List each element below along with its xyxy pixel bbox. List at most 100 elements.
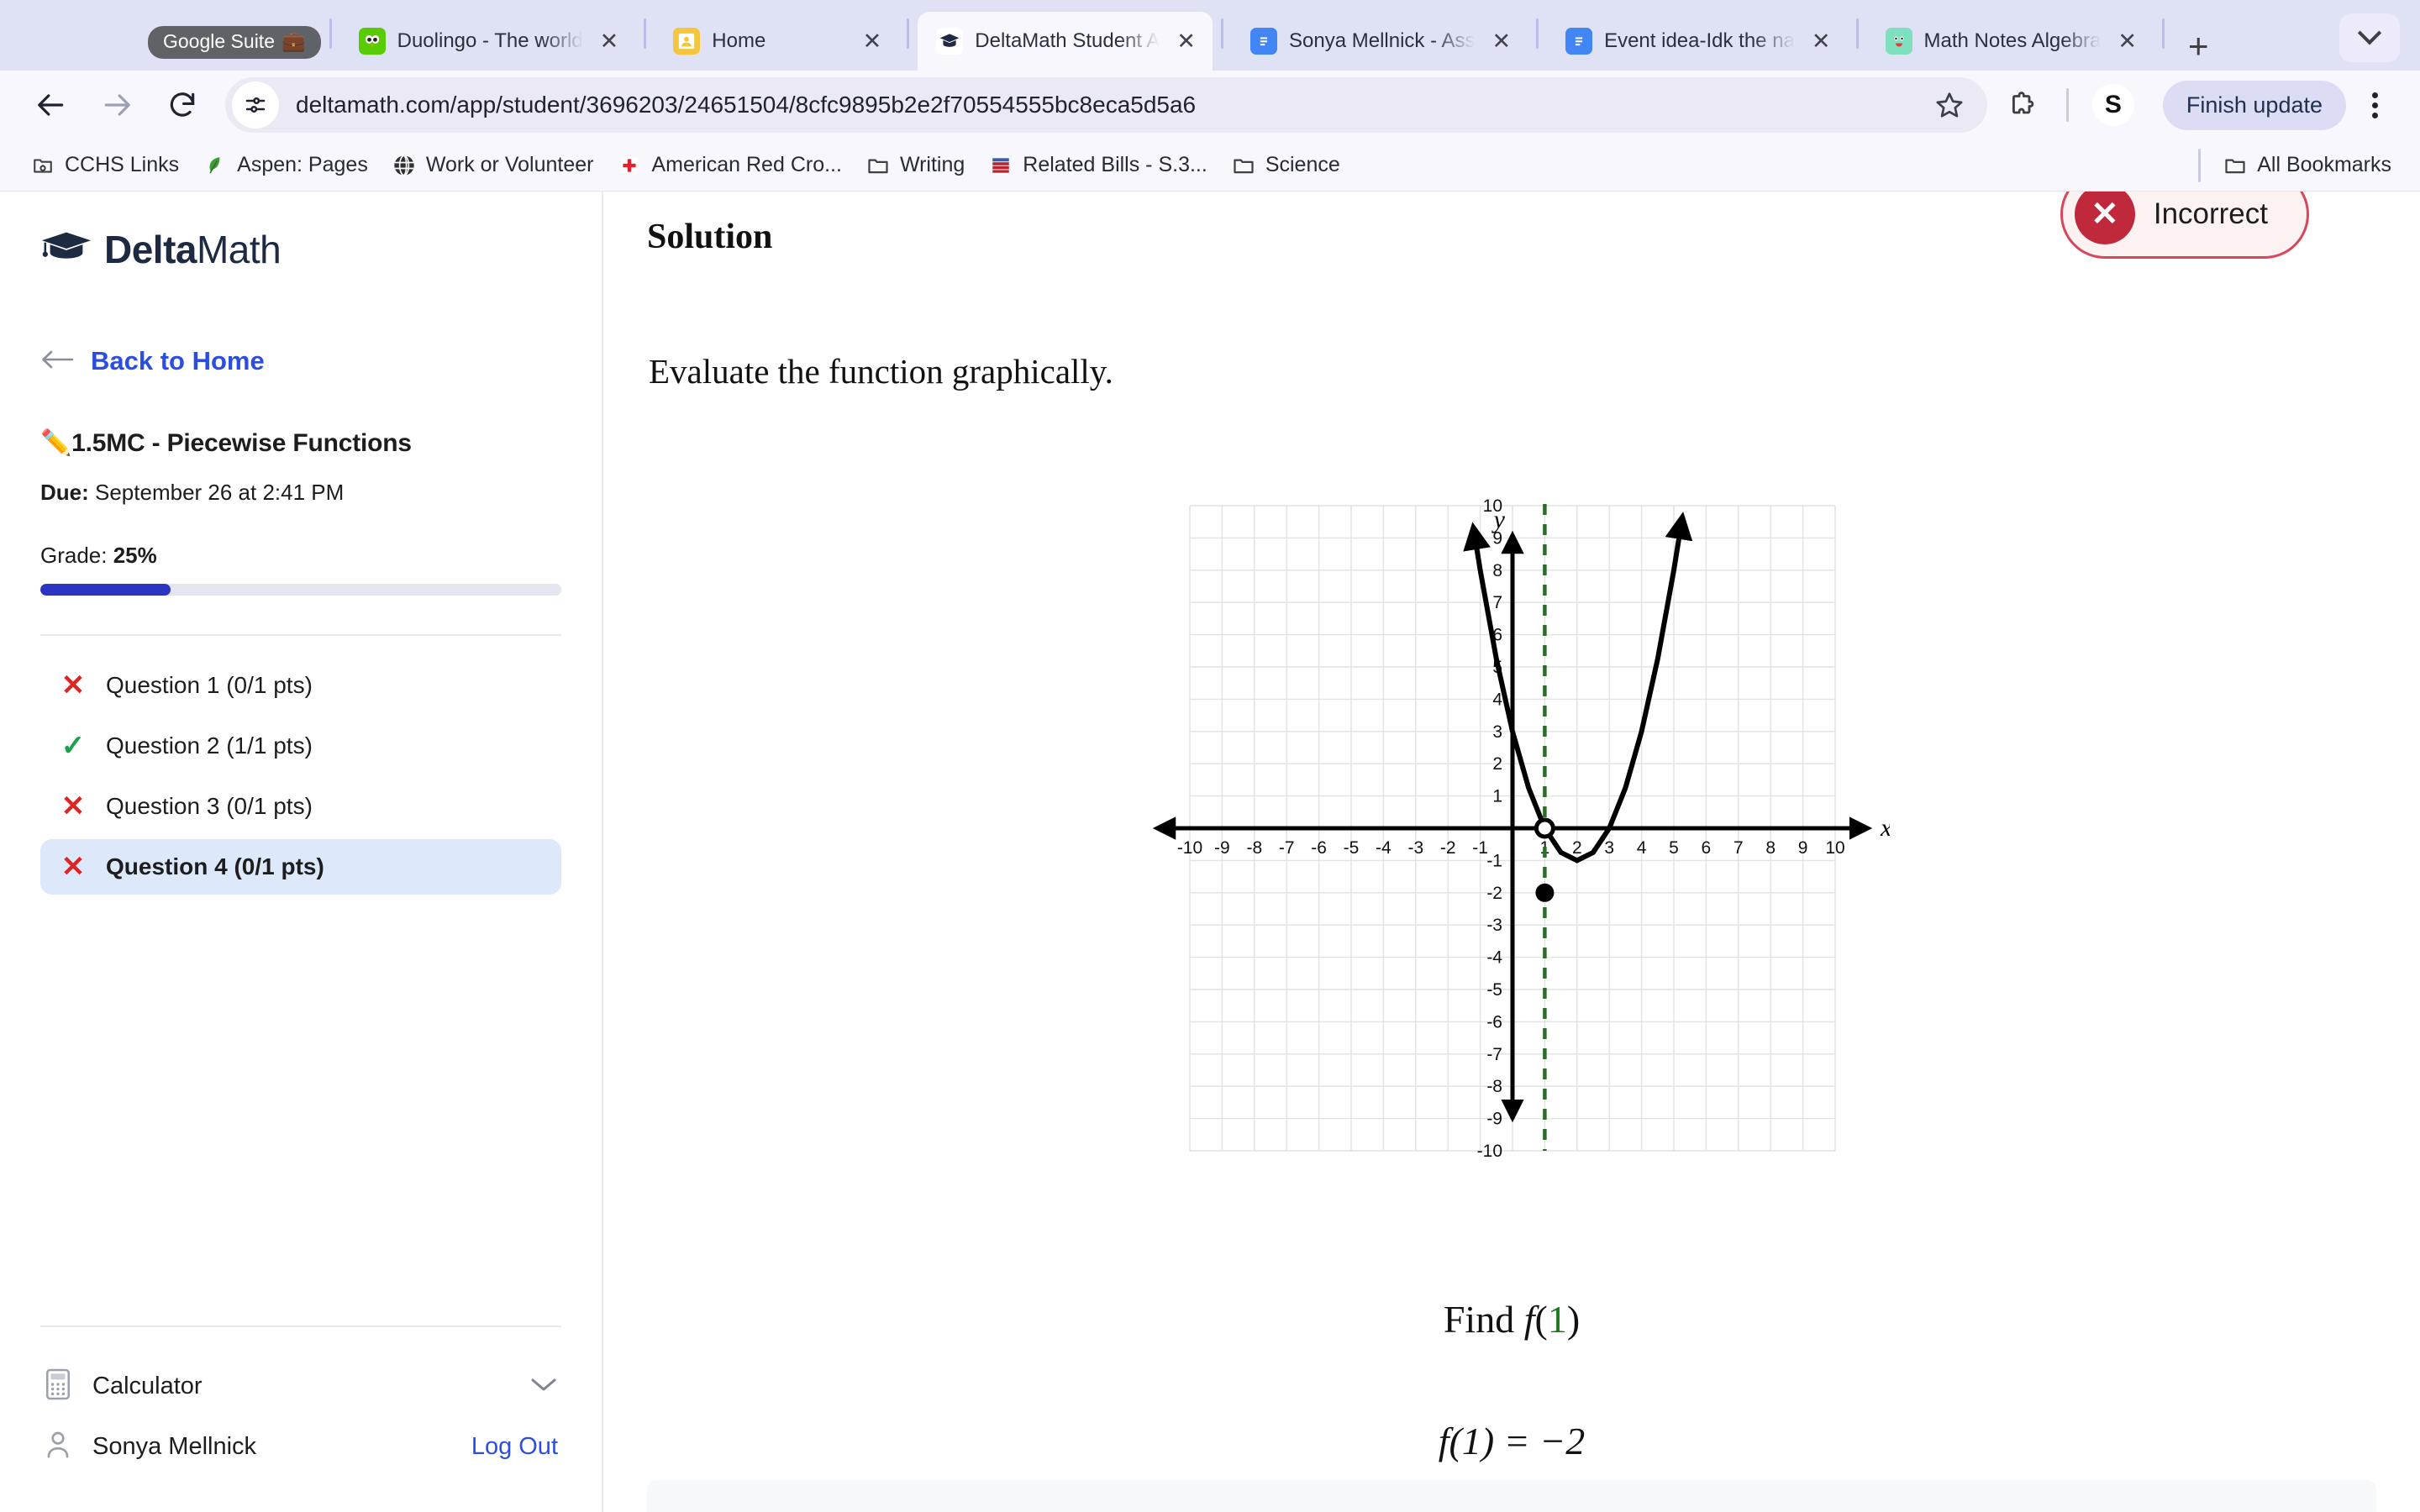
x-axis-label: x bbox=[1880, 814, 1890, 842]
tab-close-icon[interactable]: ✕ bbox=[1486, 29, 1516, 53]
site-settings-icon[interactable] bbox=[232, 81, 279, 129]
filled-circle-marker bbox=[1535, 883, 1555, 902]
chevron-down-icon bbox=[2357, 21, 2382, 45]
svg-text:-4: -4 bbox=[1376, 838, 1392, 858]
bookmark-related-bills[interactable]: Related Bills - S.3... bbox=[976, 148, 1219, 183]
address-bar[interactable]: deltamath.com/app/student/3696203/246515… bbox=[225, 77, 1987, 133]
logout-link[interactable]: Log Out bbox=[471, 1433, 558, 1461]
tab-group-google-suite[interactable]: Google Suite 💼 bbox=[148, 26, 321, 59]
bookmark-science[interactable]: Science bbox=[1219, 148, 1352, 183]
calculator-label: Calculator bbox=[92, 1373, 203, 1399]
status-badge-label: Incorrect bbox=[2153, 197, 2268, 230]
tab-divider bbox=[2161, 18, 2165, 49]
bookmark-label: CCHS Links bbox=[65, 153, 180, 176]
bookmark-american-red-cross[interactable]: American Red Cro... bbox=[605, 148, 853, 183]
bookmarks-bar: CCHS Links Aspen: Pages Work or Voluntee… bbox=[0, 139, 2420, 192]
question-item-1[interactable]: ✕ Question 1 (0/1 pts) bbox=[40, 658, 561, 713]
tab-close-icon[interactable]: ✕ bbox=[1171, 29, 1201, 53]
bookmark-label: Work or Volunteer bbox=[425, 153, 594, 176]
tab-deltamath-student[interactable]: DeltaMath Student A ✕ bbox=[918, 12, 1213, 71]
tab-duolingo[interactable]: Duolingo - The world ✕ bbox=[340, 12, 636, 71]
profile-avatar[interactable]: S bbox=[2082, 74, 2144, 136]
tab-title: Home bbox=[712, 29, 766, 52]
svg-text:-2: -2 bbox=[1440, 838, 1456, 858]
finish-update-button[interactable]: Finish update bbox=[2162, 80, 2346, 130]
back-to-home-link[interactable]: Back to Home bbox=[40, 346, 561, 376]
browser-menu-button[interactable] bbox=[2349, 74, 2400, 136]
back-to-home-label: Back to Home bbox=[91, 346, 265, 375]
question-label: Question 4 (0/1 pts) bbox=[106, 853, 324, 879]
bookmark-aspen-pages[interactable]: Aspen: Pages bbox=[191, 148, 380, 183]
tab-search-button[interactable] bbox=[2339, 13, 2400, 62]
svg-text:10: 10 bbox=[1825, 838, 1844, 858]
tab-math-notes-algebra[interactable]: Math Notes Algebra ✕ bbox=[1867, 12, 2154, 71]
bookmark-label: Related Bills - S.3... bbox=[1023, 153, 1207, 176]
tab-sonya-mellnick-doc[interactable]: Sonya Mellnick - Ass ✕ bbox=[1232, 12, 1528, 71]
all-bookmarks-button[interactable]: All Bookmarks bbox=[2211, 148, 2403, 183]
function-name: f bbox=[1523, 1298, 1535, 1341]
folder-icon bbox=[1231, 153, 1256, 178]
folder-icon bbox=[865, 153, 891, 178]
question-item-4[interactable]: ✕ Question 4 (0/1 pts) bbox=[40, 839, 561, 895]
puzzle-piece-icon bbox=[2012, 92, 2034, 114]
extensions-button[interactable] bbox=[1991, 74, 2053, 136]
tab-close-icon[interactable]: ✕ bbox=[1807, 29, 1836, 53]
open-circle-marker bbox=[1534, 817, 1555, 839]
tab-home[interactable]: Home ✕ bbox=[655, 12, 898, 71]
question-item-2[interactable]: ✓ Question 2 (1/1 pts) bbox=[40, 718, 561, 774]
incorrect-icon: ✕ bbox=[60, 851, 86, 883]
paren-close: ) bbox=[1566, 1298, 1581, 1341]
deltamath-logo: DeltaMath bbox=[40, 227, 561, 272]
bookmark-writing[interactable]: Writing bbox=[854, 148, 976, 183]
due-value: September 26 at 2:41 PM bbox=[88, 480, 345, 505]
bookmark-work-or-volunteer[interactable]: Work or Volunteer bbox=[380, 148, 606, 183]
bookmark-cchs-links[interactable]: CCHS Links bbox=[18, 148, 191, 183]
leaf-icon bbox=[203, 153, 228, 178]
graph-svg: xy-10-9-8-7-6-5-4-3-2-112345678910109876… bbox=[1152, 496, 1890, 1161]
star-icon[interactable] bbox=[1920, 76, 1979, 134]
user-row: Sonya Mellnick Log Out bbox=[40, 1417, 561, 1477]
tab-close-icon[interactable]: ✕ bbox=[2112, 29, 2142, 53]
forward-button[interactable] bbox=[86, 74, 148, 136]
reload-button[interactable] bbox=[151, 74, 213, 136]
svg-text:2: 2 bbox=[1572, 838, 1582, 858]
svg-text:-6: -6 bbox=[1311, 838, 1327, 858]
browser-toolbar: deltamath.com/app/student/3696203/246515… bbox=[0, 71, 2420, 139]
toolbar-divider bbox=[2065, 88, 2069, 122]
link-bookmark-icon bbox=[30, 153, 55, 178]
svg-text:-1: -1 bbox=[1486, 851, 1502, 870]
calculator-icon bbox=[44, 1368, 72, 1405]
chevron-down-icon[interactable] bbox=[529, 1375, 558, 1398]
svg-text:8: 8 bbox=[1492, 561, 1502, 580]
reload-icon bbox=[170, 92, 195, 117]
back-arrow-icon bbox=[38, 94, 64, 116]
back-button[interactable] bbox=[20, 74, 82, 136]
duolingo-icon bbox=[358, 28, 386, 55]
forward-arrow-icon bbox=[104, 94, 130, 116]
tab-divider bbox=[1855, 18, 1859, 49]
grade-line: Grade: 25% bbox=[40, 543, 561, 569]
grade-progress-fill bbox=[40, 584, 171, 596]
tab-event-idea-doc[interactable]: Event idea-Idk the na ✕ bbox=[1547, 12, 1847, 71]
deltamath-icon bbox=[936, 28, 964, 55]
grade-progress-bar bbox=[40, 584, 561, 596]
new-tab-button[interactable]: + bbox=[2188, 28, 2209, 62]
sidebar-divider bbox=[40, 634, 561, 636]
svg-text:-5: -5 bbox=[1344, 838, 1360, 858]
tab-close-icon[interactable]: ✕ bbox=[595, 29, 624, 53]
tab-divider bbox=[1221, 18, 1224, 49]
tab-divider bbox=[1536, 18, 1539, 49]
question-item-3[interactable]: ✕ Question 3 (0/1 pts) bbox=[40, 779, 561, 834]
tab-group-label: Google Suite bbox=[163, 30, 275, 52]
left-arrow-icon bbox=[40, 349, 74, 375]
url-text: deltamath.com/app/student/3696203/246515… bbox=[296, 92, 1197, 118]
grade-label: Grade: bbox=[40, 543, 113, 568]
google-docs-icon bbox=[1565, 28, 1593, 55]
bookmark-label: Aspen: Pages bbox=[237, 153, 368, 176]
graduation-cap-icon bbox=[40, 228, 92, 272]
find-argument: 1 bbox=[1547, 1298, 1567, 1341]
briefcase-icon: 💼 bbox=[281, 30, 306, 52]
calculator-row[interactable]: Calculator bbox=[40, 1356, 561, 1417]
tab-close-icon[interactable]: ✕ bbox=[858, 29, 887, 53]
question-list: ✕ Question 1 (0/1 pts) ✓ Question 2 (1/1… bbox=[40, 658, 561, 895]
